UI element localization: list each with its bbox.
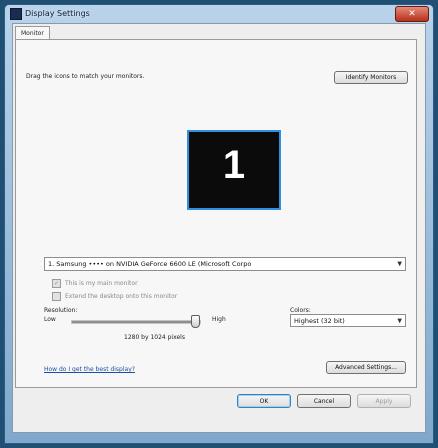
apply-label: Apply	[375, 397, 393, 405]
cancel-button[interactable]: Cancel	[297, 394, 351, 408]
instruction-text: Drag the icons to match your monitors.	[26, 73, 145, 80]
title-bar[interactable]: Display Settings ✕	[5, 5, 433, 23]
chevron-down-icon: ▼	[397, 260, 402, 268]
checkbox-icon: ✓	[52, 279, 61, 288]
resolution-low-label: Low	[44, 316, 56, 323]
apply-button[interactable]: Apply	[357, 394, 411, 408]
resolution-slider-track[interactable]	[71, 320, 201, 324]
monitor-icon[interactable]: 1	[187, 130, 281, 210]
close-button[interactable]: ✕	[395, 6, 429, 22]
display-select-value: 1. Samsung •••• on NVIDIA GeForce 6600 L…	[48, 260, 252, 268]
identify-monitors-label: Identify Monitors	[345, 74, 397, 81]
extend-desktop-label: Extend the desktop onto this monitor	[65, 293, 178, 300]
colors-select[interactable]: Highest (32 bit) ▼	[290, 314, 406, 327]
window-title: Display Settings	[25, 9, 90, 18]
checkbox-icon	[52, 292, 61, 301]
advanced-settings-label: Advanced Settings...	[335, 364, 397, 371]
chevron-down-icon: ▼	[397, 317, 402, 324]
resolution-slider-thumb[interactable]	[191, 315, 201, 328]
cancel-label: Cancel	[313, 397, 335, 405]
identify-monitors-button[interactable]: Identify Monitors	[334, 71, 408, 84]
main-monitor-checkbox[interactable]: ✓ This is my main monitor	[52, 279, 138, 288]
display-select[interactable]: 1. Samsung •••• on NVIDIA GeForce 6600 L…	[44, 257, 406, 271]
close-icon: ✕	[408, 9, 416, 19]
ok-label: OK	[259, 397, 269, 405]
resolution-value: 1280 by 1024 pixels	[124, 334, 185, 341]
resolution-label: Resolution:	[44, 307, 78, 314]
extend-desktop-checkbox[interactable]: Extend the desktop onto this monitor	[52, 292, 177, 301]
resolution-high-label: High	[212, 316, 226, 323]
monitor-panel: Drag the icons to match your monitors. I…	[15, 39, 417, 388]
display-settings-window: Display Settings ✕ Monitor Drag the icon…	[4, 4, 434, 444]
main-monitor-label: This is my main monitor	[65, 280, 138, 287]
monitor-number: 1	[222, 143, 246, 187]
ok-button[interactable]: OK	[237, 394, 291, 408]
display-icon	[10, 8, 22, 20]
colors-label: Colors:	[290, 307, 311, 314]
help-link[interactable]: How do I get the best display?	[44, 366, 135, 373]
advanced-settings-button[interactable]: Advanced Settings...	[326, 361, 406, 374]
tab-monitor[interactable]: Monitor	[15, 26, 50, 40]
colors-select-value: Highest (32 bit)	[294, 316, 345, 325]
dialog-body: Monitor Drag the icons to match your mon…	[12, 23, 426, 433]
